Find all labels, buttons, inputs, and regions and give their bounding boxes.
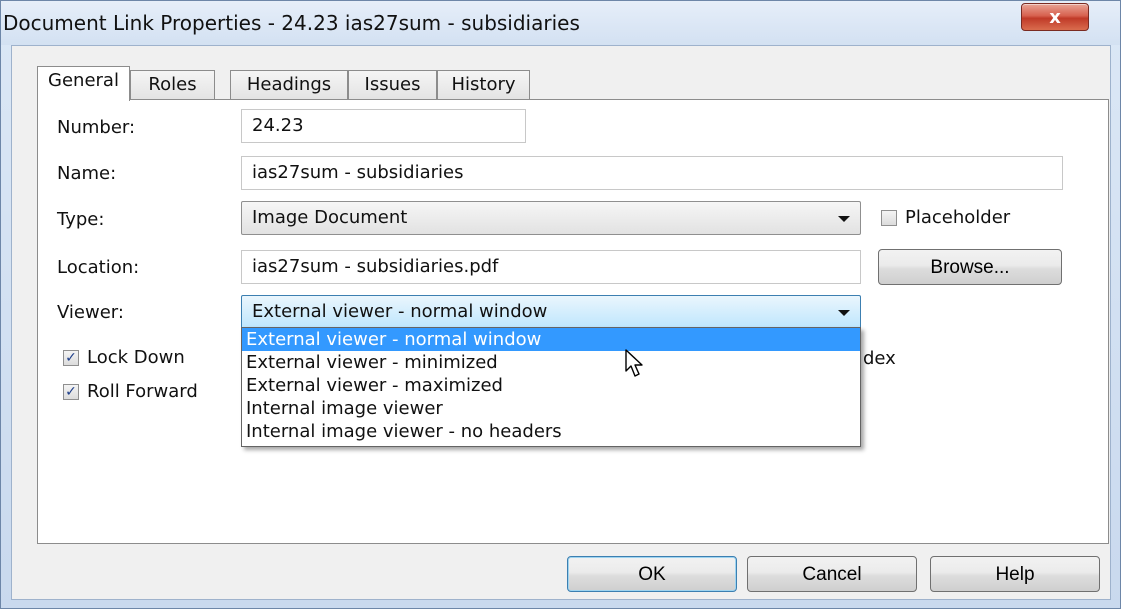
dropdown-option[interactable]: External viewer - maximized [242,374,860,397]
location-field[interactable]: ias27sum - subsidiaries.pdf [241,250,861,284]
name-label: Name: [57,163,117,184]
tab-general-label: General [48,70,119,91]
dropdown-option[interactable]: External viewer - normal window [242,328,860,351]
close-icon: x [1049,6,1061,28]
lock-down-checkbox[interactable]: ✓ [63,349,79,366]
tab-history[interactable]: History [437,70,530,100]
viewer-select-value: External viewer - normal window [252,301,548,322]
placeholder-checkbox[interactable] [881,209,897,226]
dropdown-option[interactable]: External viewer - minimized [242,351,860,374]
viewer-label: Viewer: [57,302,124,323]
tab-history-label: History [451,74,516,95]
roll-forward-checkbox-row[interactable]: ✓ Roll Forward [63,381,198,402]
type-select-value: Image Document [252,207,408,228]
tab-roles[interactable]: Roles [130,70,215,100]
dialog-window: Document Link Properties - 24.23 ias27su… [0,0,1121,609]
placeholder-label: Placeholder [905,207,1011,228]
number-field[interactable]: 24.23 [241,109,526,143]
name-field[interactable]: ias27sum - subsidiaries [241,156,1063,190]
type-select[interactable]: Image Document [241,201,861,235]
ok-button[interactable]: OK [567,556,737,592]
lock-down-label: Lock Down [87,347,185,368]
chevron-down-icon [838,216,850,222]
lock-down-checkbox-row[interactable]: ✓ Lock Down [63,347,185,368]
tab-strip: General Roles Headings Issues History [37,66,557,101]
roll-forward-checkbox[interactable]: ✓ [63,383,79,400]
tab-headings[interactable]: Headings [230,70,348,100]
tab-general[interactable]: General [37,66,130,101]
tab-roles-label: Roles [148,74,197,95]
tab-headings-label: Headings [246,74,332,95]
browse-button[interactable]: Browse... [878,249,1062,285]
tab-issues-label: Issues [364,74,421,95]
help-button[interactable]: Help [930,556,1100,592]
mouse-cursor-icon [625,349,643,377]
window-title: Document Link Properties - 24.23 ias27su… [3,11,580,35]
title-bar[interactable]: Document Link Properties - 24.23 ias27su… [1,1,1120,45]
type-label: Type: [57,209,105,230]
location-label: Location: [57,257,140,278]
viewer-select[interactable]: External viewer - normal window [241,295,861,329]
roll-forward-label: Roll Forward [87,381,198,402]
placeholder-checkbox-row[interactable]: Placeholder [881,207,1010,228]
partially-hidden-label: dex [863,348,896,369]
chevron-down-icon [838,310,850,316]
number-label: Number: [57,117,136,138]
dropdown-option[interactable]: Internal image viewer - no headers [242,420,860,443]
close-button[interactable]: x [1021,3,1089,31]
dropdown-option[interactable]: Internal image viewer [242,397,860,420]
cancel-button[interactable]: Cancel [747,556,917,592]
viewer-dropdown-list[interactable]: External viewer - normal window External… [241,327,861,447]
tab-issues[interactable]: Issues [348,70,437,100]
